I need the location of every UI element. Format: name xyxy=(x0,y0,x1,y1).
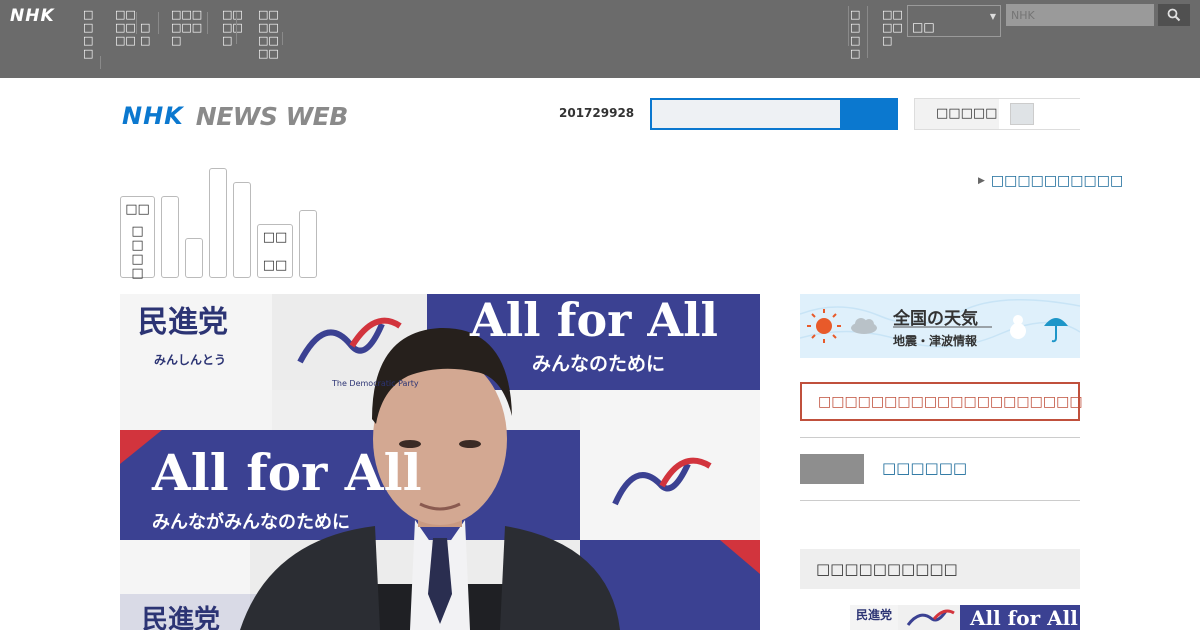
nav-divider xyxy=(867,6,868,58)
global-nav-item-1[interactable]: □□□□ xyxy=(83,8,99,60)
global-search-input[interactable] xyxy=(1006,4,1154,26)
divider xyxy=(800,500,1080,501)
thumb-party-name: 民進党 xyxy=(856,607,892,622)
alert-banner[interactable]: □□□□□□□□□□□□□□□□□□□□ xyxy=(800,382,1083,421)
nav-divider xyxy=(848,6,849,46)
weather-title: 全国の天気 xyxy=(893,309,978,329)
nav-divider xyxy=(136,12,137,34)
nav-divider xyxy=(282,32,283,45)
feature-link[interactable]: □□□□□□ xyxy=(882,459,967,477)
global-search-button[interactable] xyxy=(1158,4,1190,26)
backdrop-party-name-bottom: 民進党 xyxy=(142,605,220,630)
weather-banner[interactable]: 全国の天気 地震・津波情報 xyxy=(800,294,1080,358)
category-tab-5[interactable] xyxy=(233,182,251,278)
nav-divider xyxy=(100,56,101,69)
sun-icon xyxy=(807,309,841,343)
more-news-link[interactable]: ▶ □□□□□□□□□□ xyxy=(978,173,1123,189)
global-nav-item-8[interactable]: □□□□□ xyxy=(871,8,905,47)
cloud-icon xyxy=(851,318,877,334)
global-nav-bar: NHK □□□□ □□□□□□ □□ □□□□□□□ □□□□□ □□□□□□□… xyxy=(0,0,1200,78)
toggle-track[interactable] xyxy=(999,99,1080,129)
global-nav-item-3[interactable]: □□ xyxy=(140,21,160,47)
region-select[interactable]: □□ ▼ xyxy=(907,5,1001,37)
backdrop-party-name: 民進党 xyxy=(138,305,228,340)
global-nav-item-4[interactable]: □□□□□□□ xyxy=(162,8,204,47)
weather-subtitle: 地震・津波情報 xyxy=(893,334,978,348)
logo-news-web-text: NEWS WEB xyxy=(195,101,349,131)
nav-divider xyxy=(207,12,208,34)
divider xyxy=(800,437,1080,438)
category-tab-4[interactable] xyxy=(209,168,227,278)
toggle-knob[interactable] xyxy=(1010,103,1034,125)
backdrop-slogan: All for All xyxy=(151,443,422,502)
umbrella-icon xyxy=(1044,318,1068,343)
triangle-right-icon: ▶ xyxy=(978,176,985,186)
global-nav-item-6[interactable]: □□□□□□□□ xyxy=(248,8,282,60)
nhk-news-web-logo[interactable]: NHK NEWS WEB xyxy=(122,101,348,131)
top-story-photo[interactable]: 民進党 みんしんとう The Democratic Party All for … xyxy=(120,294,760,630)
news-search-input[interactable] xyxy=(650,98,842,130)
toggle-label: □□□□□ xyxy=(936,106,998,121)
date-label: 201729928 xyxy=(559,106,635,120)
nhk-global-logo[interactable]: NHK xyxy=(10,6,55,26)
snowman-icon xyxy=(1010,315,1026,339)
global-nav-item-5[interactable]: □□□□□ xyxy=(212,8,246,47)
category-tab-1[interactable]: □□ □□□□ xyxy=(120,196,155,281)
category-tab-3[interactable] xyxy=(185,238,203,278)
chevron-down-icon: ▼ xyxy=(989,12,996,21)
display-toggle[interactable]: □□□□□ xyxy=(914,98,1080,130)
category-tab-7[interactable] xyxy=(299,210,317,278)
search-icon xyxy=(1167,8,1181,22)
backdrop-slogan-top: All for All xyxy=(469,294,718,347)
category-tab-2[interactable] xyxy=(161,196,179,278)
global-nav-item-7[interactable]: □□□□ xyxy=(850,8,866,60)
category-tab-6[interactable]: □□ □□ xyxy=(257,224,293,278)
backdrop-party-reading: みんしんとう xyxy=(154,353,226,367)
nav-divider xyxy=(236,12,237,44)
news-search-button[interactable] xyxy=(841,98,898,130)
feature-thumbnail[interactable] xyxy=(800,454,864,484)
global-nav-item-2[interactable]: □□□□□□ xyxy=(104,8,138,47)
ranking-heading: □□□□□□□□□□ xyxy=(800,549,1080,589)
thumb-slogan: All for All xyxy=(969,606,1078,630)
nav-divider xyxy=(158,12,159,34)
ranking-thumbnail[interactable]: 民進党 All for All xyxy=(850,605,1080,630)
backdrop-slogan-sub: みんながみんなのために xyxy=(152,511,350,533)
press-conference-image: 民進党 みんしんとう The Democratic Party All for … xyxy=(120,294,760,630)
logo-nhk-text: NHK xyxy=(122,102,184,130)
backdrop-logo-caption: The Democratic Party xyxy=(331,379,419,388)
backdrop-slogan-sub-top: みんなのために xyxy=(532,353,665,375)
